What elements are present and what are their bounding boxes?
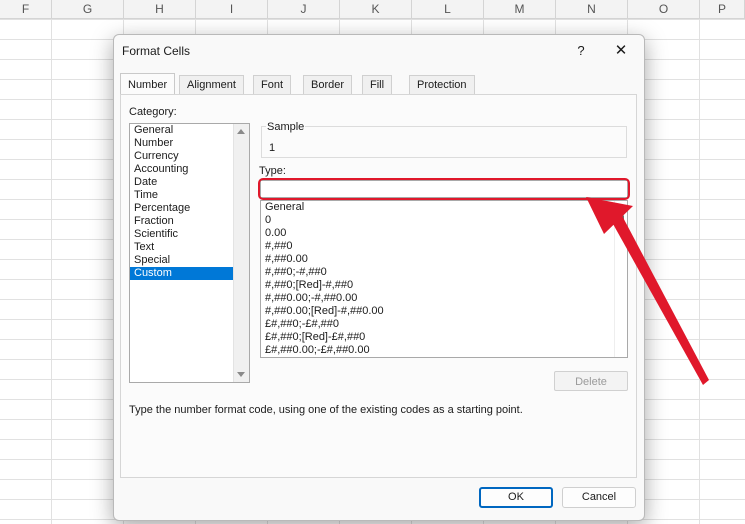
type-label: Type: bbox=[259, 165, 286, 177]
column-header-bar: F G H I J K L M N O P bbox=[0, 0, 745, 19]
category-item-special[interactable]: Special bbox=[130, 254, 234, 267]
tab-border[interactable]: Border bbox=[303, 75, 353, 94]
category-item-fraction[interactable]: Fraction bbox=[130, 215, 234, 228]
category-item-scientific[interactable]: Scientific bbox=[130, 228, 234, 241]
column-header-f[interactable]: F bbox=[0, 0, 52, 18]
category-item-number[interactable]: Number bbox=[130, 137, 234, 150]
help-button[interactable]: ? bbox=[570, 41, 592, 61]
column-header-h[interactable]: H bbox=[124, 0, 196, 18]
column-header-o[interactable]: O bbox=[628, 0, 700, 18]
format-item[interactable]: General bbox=[261, 201, 627, 214]
format-item[interactable]: £#,##0;-£#,##0 bbox=[261, 318, 627, 331]
format-list-scrollbar[interactable] bbox=[614, 201, 627, 357]
tab-fill[interactable]: Fill bbox=[362, 75, 393, 94]
category-item-general[interactable]: General bbox=[130, 124, 234, 137]
category-item-accounting[interactable]: Accounting bbox=[130, 163, 234, 176]
format-item[interactable]: £#,##0.00;-£#,##0.00 bbox=[261, 344, 627, 357]
cancel-button[interactable]: Cancel bbox=[562, 487, 636, 508]
scroll-thumb[interactable] bbox=[621, 215, 624, 237]
column-header-l[interactable]: L bbox=[412, 0, 484, 18]
format-item[interactable]: #,##0.00;[Red]-#,##0.00 bbox=[261, 305, 627, 318]
format-cells-dialog: Format Cells ? ✕ Number Alignment Font B… bbox=[113, 34, 645, 521]
sample-label: Sample bbox=[266, 121, 306, 133]
format-item[interactable]: #,##0;[Red]-#,##0 bbox=[261, 279, 627, 292]
column-header-i[interactable]: I bbox=[196, 0, 268, 18]
type-input-highlight bbox=[258, 178, 630, 200]
category-item-currency[interactable]: Currency bbox=[130, 150, 234, 163]
format-code-list[interactable]: General 0 0.00 #,##0 #,##0.00 #,##0;-#,#… bbox=[260, 200, 628, 358]
column-header-k[interactable]: K bbox=[340, 0, 412, 18]
category-item-time[interactable]: Time bbox=[130, 189, 234, 202]
column-header-g[interactable]: G bbox=[52, 0, 124, 18]
format-item[interactable]: #,##0;-#,##0 bbox=[261, 266, 627, 279]
category-item-date[interactable]: Date bbox=[130, 176, 234, 189]
format-item[interactable]: 0.00 bbox=[261, 227, 627, 240]
format-item[interactable]: #,##0 bbox=[261, 240, 627, 253]
grid-line bbox=[51, 19, 52, 524]
number-tab-panel: Category: General Number Currency Accoun… bbox=[120, 94, 637, 478]
column-header-p[interactable]: P bbox=[700, 0, 745, 18]
category-label: Category: bbox=[129, 106, 177, 118]
scroll-down-icon[interactable] bbox=[237, 372, 245, 377]
delete-button[interactable]: Delete bbox=[554, 371, 628, 391]
scroll-up-icon[interactable] bbox=[237, 129, 245, 134]
tab-font[interactable]: Font bbox=[253, 75, 292, 94]
category-item-percentage[interactable]: Percentage bbox=[130, 202, 234, 215]
format-item[interactable]: #,##0.00;-#,##0.00 bbox=[261, 292, 627, 305]
category-scrollbar[interactable] bbox=[233, 124, 249, 382]
format-item[interactable]: 0 bbox=[261, 214, 627, 227]
column-header-n[interactable]: N bbox=[556, 0, 628, 18]
tab-number[interactable]: Number bbox=[120, 73, 176, 95]
category-item-custom[interactable]: Custom bbox=[130, 267, 234, 280]
ok-button[interactable]: OK bbox=[479, 487, 553, 508]
sample-group bbox=[261, 126, 627, 158]
tab-protection[interactable]: Protection bbox=[409, 75, 475, 94]
tab-alignment[interactable]: Alignment bbox=[179, 75, 244, 94]
dialog-title: Format Cells bbox=[122, 44, 191, 58]
category-list[interactable]: General Number Currency Accounting Date … bbox=[129, 123, 250, 383]
format-description: Type the number format code, using one o… bbox=[129, 404, 523, 416]
format-item[interactable]: £#,##0;[Red]-£#,##0 bbox=[261, 331, 627, 344]
close-icon[interactable]: ✕ bbox=[610, 41, 632, 61]
sample-value: 1 bbox=[269, 142, 276, 154]
column-header-m[interactable]: M bbox=[484, 0, 556, 18]
grid-line bbox=[699, 19, 700, 524]
column-header-j[interactable]: J bbox=[268, 0, 340, 18]
format-item[interactable]: #,##0.00 bbox=[261, 253, 627, 266]
category-item-text[interactable]: Text bbox=[130, 241, 234, 254]
